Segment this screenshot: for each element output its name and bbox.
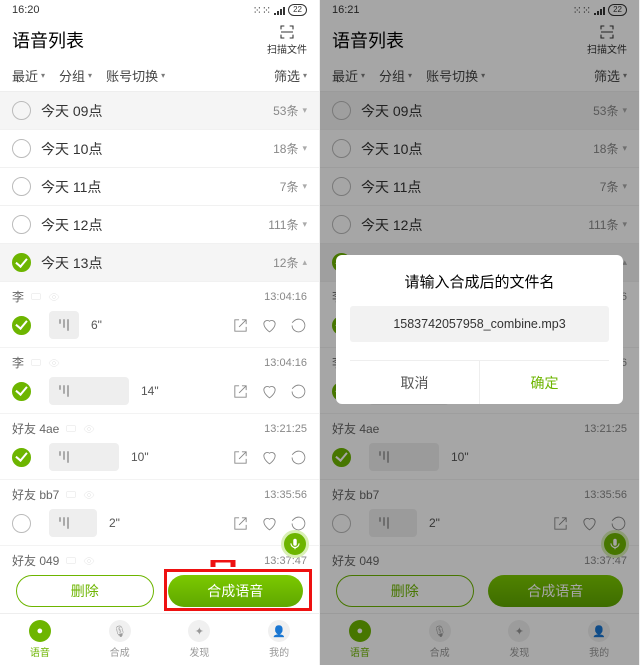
nav-voice[interactable]: ●语音 <box>0 614 80 665</box>
filename-dialog: 请输入合成后的文件名 1583742057958_combine.mp3 取消 … <box>336 255 623 404</box>
share-icon[interactable] <box>232 449 249 466</box>
signal-bars-icon <box>274 6 285 15</box>
nav-combine[interactable]: 🎙合成 <box>80 614 160 665</box>
day-row[interactable]: 今天 09点53条▾ <box>0 92 319 130</box>
eye-icon <box>83 489 95 501</box>
status-bar: 16:20 ⁙⁙ 22 <box>0 0 319 20</box>
msg-row[interactable]: 2" <box>0 503 319 546</box>
tab-filter[interactable]: 筛选▾ <box>274 66 307 85</box>
dialog-ok-button[interactable]: 确定 <box>480 361 609 404</box>
screen-right: 16:21 ⁙⁙22 语音列表 扫描文件 最近▾ 分组▾ 账号切换▾ 筛选▾ 今… <box>320 0 640 665</box>
share-icon[interactable] <box>232 383 249 400</box>
checkbox-icon[interactable] <box>12 448 31 467</box>
checkbox-icon[interactable] <box>12 215 31 234</box>
checkbox-icon[interactable] <box>12 177 31 196</box>
highlight-box-icon <box>164 569 312 611</box>
dialog-cancel-button[interactable]: 取消 <box>350 361 480 404</box>
wave-icon <box>59 319 69 331</box>
checkbox-icon[interactable] <box>12 101 31 120</box>
status-time: 16:20 <box>12 4 40 16</box>
wave-icon <box>59 517 69 529</box>
eye-icon <box>83 555 95 567</box>
content-body: 今天 09点53条▾ 今天 10点18条▾ 今天 11点7条▾ 今天 12点11… <box>0 92 319 567</box>
share-icon[interactable] <box>232 317 249 334</box>
filename-input[interactable]: 1583742057958_combine.mp3 <box>350 306 609 342</box>
voice-bubble[interactable] <box>49 377 129 405</box>
msg-row[interactable]: 14" <box>0 371 319 414</box>
voice-icon: ● <box>29 620 51 642</box>
eye-icon <box>83 423 95 435</box>
refresh-icon[interactable] <box>290 383 307 400</box>
mic-fab[interactable] <box>281 530 309 558</box>
wave-icon <box>59 451 69 463</box>
scan-icon <box>279 24 295 40</box>
msg-row[interactable]: 10" <box>0 437 319 480</box>
person-icon: 👤 <box>268 620 290 642</box>
checkbox-icon[interactable] <box>12 382 31 401</box>
day-row[interactable]: 今天 12点111条▾ <box>0 206 319 244</box>
chat-icon <box>65 489 77 501</box>
refresh-icon[interactable] <box>290 317 307 334</box>
tab-group[interactable]: 分组▾ <box>59 66 92 85</box>
scan-button[interactable]: 扫描文件 <box>267 24 307 56</box>
tab-account[interactable]: 账号切换▾ <box>106 66 165 85</box>
heart-icon[interactable] <box>261 317 278 334</box>
screen-left: 16:20 ⁙⁙ 22 语音列表 扫描文件 最近▾ 分组▾ 账号切换▾ 筛选▾ 今… <box>0 0 320 665</box>
voice-bubble[interactable] <box>49 509 97 537</box>
signal-icon: ⁙⁙ <box>253 4 271 17</box>
msg-header: 李13:04:16 <box>0 348 319 371</box>
chat-icon <box>30 291 42 303</box>
page-title: 语音列表 <box>12 27 267 53</box>
delete-button[interactable]: 删除 <box>16 575 154 607</box>
msg-row[interactable]: 6" <box>0 305 319 348</box>
msg-header: 好友 4ae13:21:25 <box>0 414 319 437</box>
day-row[interactable]: 今天 13点12条▴ <box>0 244 319 282</box>
voice-bubble[interactable] <box>49 443 119 471</box>
eye-icon <box>48 357 60 369</box>
filter-tabs: 最近▾ 分组▾ 账号切换▾ 筛选▾ <box>0 60 319 92</box>
nav-me[interactable]: 👤我的 <box>239 614 319 665</box>
chat-icon <box>65 423 77 435</box>
battery-icon: 22 <box>288 4 307 16</box>
checkbox-icon[interactable] <box>12 316 31 335</box>
tab-recent[interactable]: 最近▾ <box>12 66 45 85</box>
heart-icon[interactable] <box>261 383 278 400</box>
heart-icon[interactable] <box>261 449 278 466</box>
mic-icon <box>288 537 302 551</box>
nav-discover[interactable]: ✦发现 <box>160 614 240 665</box>
checkbox-icon[interactable] <box>12 514 31 533</box>
chat-icon <box>65 555 77 567</box>
bottom-nav: ●语音 🎙合成 ✦发现 👤我的 <box>0 613 319 665</box>
share-icon[interactable] <box>232 515 249 532</box>
msg-header: 好友 04913:37:47 <box>0 546 319 567</box>
heart-icon[interactable] <box>261 515 278 532</box>
checkbox-icon[interactable] <box>12 253 31 272</box>
day-row[interactable]: 今天 11点7条▾ <box>0 168 319 206</box>
refresh-icon[interactable] <box>290 449 307 466</box>
compass-icon: ✦ <box>188 620 210 642</box>
chat-icon <box>30 357 42 369</box>
msg-header: 好友 bb713:35:56 <box>0 480 319 503</box>
checkbox-icon[interactable] <box>12 139 31 158</box>
combine-icon: 🎙 <box>109 620 131 642</box>
refresh-icon[interactable] <box>290 515 307 532</box>
voice-bubble[interactable] <box>49 311 79 339</box>
day-row[interactable]: 今天 10点18条▾ <box>0 130 319 168</box>
wave-icon <box>59 385 69 397</box>
eye-icon <box>48 291 60 303</box>
msg-header: 李13:04:16 <box>0 282 319 305</box>
dialog-title: 请输入合成后的文件名 <box>350 271 609 292</box>
